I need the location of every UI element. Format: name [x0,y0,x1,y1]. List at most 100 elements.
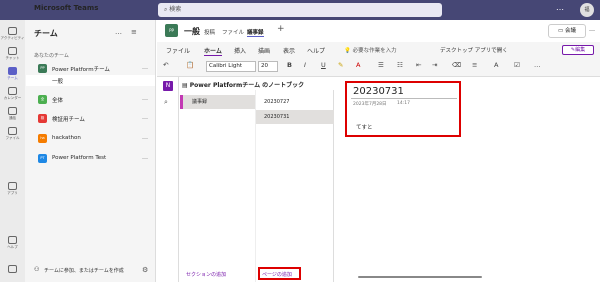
team-avatar: 全 [38,95,47,104]
channel-avatar: PP [165,24,178,37]
rail-calendar[interactable]: カレンダー [0,87,25,101]
gear-icon[interactable]: ⚙ [142,266,148,274]
outdent-icon[interactable]: ⇤ [416,61,421,69]
search-icon[interactable]: ⌕ [164,98,168,107]
more-icon[interactable]: … [142,95,148,102]
section-color-bar [180,95,183,109]
tell-me-input[interactable]: 💡 必要な作業を入力 [344,46,397,54]
channel-selected-bg [26,75,155,86]
bold-button[interactable]: B [287,61,292,69]
tag-icon[interactable]: ☑ [514,61,520,69]
notebooks-icon[interactable]: N [163,81,173,91]
page-item[interactable]: 20230727 [256,95,334,109]
tab-posts[interactable]: 投稿 [204,28,215,36]
horizontal-scrollbar[interactable] [358,276,482,278]
team-item-pp-test[interactable]: Power Platform Test [52,155,106,161]
ribbon-tab-file[interactable]: ファイル [166,46,190,55]
more-icon[interactable]: … [589,26,595,33]
rail-files[interactable]: ファイル [0,127,25,141]
font-select[interactable]: Calibri Light [206,61,256,72]
team-item-test[interactable]: 検証用チーム [52,115,85,123]
ribbon-tab-home[interactable]: ホーム [204,46,222,56]
teams-panel [25,20,156,282]
highlight-icon[interactable]: ✎ [338,61,343,69]
notebook-nav [157,77,179,282]
rail-teams[interactable]: チーム [0,67,25,81]
note-body[interactable]: てすと [356,123,373,131]
meet-button[interactable]: ▭ 会議 [548,24,586,38]
font-size-select[interactable]: 20 [258,61,278,72]
download-icon [8,265,17,273]
rail-apps[interactable]: アプリ [0,182,25,196]
rail-activity[interactable]: アクティビティ [0,27,25,41]
join-team-icon: ⚇ [34,266,40,273]
ribbon-tab-insert[interactable]: 挿入 [234,46,246,55]
team-avatar: PP [38,64,47,73]
bullets-icon[interactable]: ☰ [378,61,384,69]
your-teams-heading: あなたのチーム [34,53,69,59]
add-page-button[interactable]: ページの追加 [262,271,292,278]
avatar[interactable]: 福 [580,3,594,17]
channel-name: 一般 [184,27,200,36]
team-item-hackathon[interactable]: hackathon [52,135,81,141]
video-icon: ▭ [558,28,565,34]
channel-item-general[interactable]: 一般 [52,77,63,85]
italic-button[interactable]: I [304,61,306,69]
ribbon-tab-view[interactable]: 表示 [283,46,295,55]
page-item-selected[interactable]: 20230731 [256,110,334,124]
more-icon[interactable]: … [142,64,148,71]
calendar-icon [8,87,17,95]
title-underline [351,98,457,99]
eraser-icon[interactable]: ⌫ [452,61,461,69]
teams-title: チーム [34,29,58,38]
tab-files[interactable]: ファイル [222,28,244,36]
join-team-link[interactable]: チームに参加、またはチームを作成 [44,267,124,274]
ribbon-tab-help[interactable]: ヘルプ [307,46,325,55]
more-icon[interactable]: … [142,134,148,141]
page-date: 2023年7月28日 [353,102,387,107]
notebook-icon: ▤ [182,82,190,89]
styles-icon[interactable]: A [494,61,498,69]
numbering-icon[interactable]: ☷ [397,61,403,69]
apps-icon [8,182,17,190]
page-time: 14:17 [397,101,410,106]
more-icon[interactable]: … [115,28,122,36]
rail-help[interactable]: ヘルプ [0,236,25,250]
ribbon-tab-draw[interactable]: 描画 [258,46,270,55]
add-section-button[interactable]: セクションの追加 [186,271,226,278]
undo-icon[interactable]: ↶ [163,61,168,69]
rail-download[interactable] [0,265,25,274]
team-avatar: PT [38,154,47,163]
chat-icon [8,47,17,55]
teams-icon [8,67,17,75]
clipboard-icon[interactable]: 📋 [186,61,194,69]
help-icon [8,236,17,244]
font-color-icon[interactable]: A [356,61,360,69]
bell-icon [8,27,17,35]
open-desktop-button[interactable]: デスクトップ アプリで開く [440,46,508,54]
app-title: Microsoft Teams [34,4,99,12]
more-icon[interactable]: … [142,154,148,161]
section-item-notes[interactable]: 議事録 [192,98,207,105]
align-icon[interactable]: ≡ [472,61,477,69]
notebook-title[interactable]: ▤ Power Platformチーム のノートブック [182,80,304,89]
more-icon[interactable]: … [142,114,148,121]
rail-chat[interactable]: チャット [0,47,25,61]
team-item-power-platform[interactable]: Power Platformチーム [52,65,110,73]
team-avatar: ha [38,134,47,143]
page-title[interactable]: 20230731 [353,86,404,97]
file-icon [8,127,17,135]
filter-icon[interactable]: ≡ [131,28,137,36]
edit-button[interactable]: ✎編集 [562,45,594,55]
rail-calls[interactable]: 通話 [0,107,25,121]
indent-icon[interactable]: ⇥ [432,61,437,69]
more-icon[interactable]: … [556,3,564,12]
tab-notes[interactable]: 議事録 [247,28,264,37]
more-icon[interactable]: … [534,61,541,69]
team-item-all[interactable]: 全体 [52,96,63,104]
sections-pane [179,90,255,282]
call-icon [8,107,17,115]
underline-button[interactable]: U [321,61,326,69]
search-input[interactable]: ⌕ 検索 [158,3,442,17]
add-tab-button[interactable]: + [277,24,285,34]
